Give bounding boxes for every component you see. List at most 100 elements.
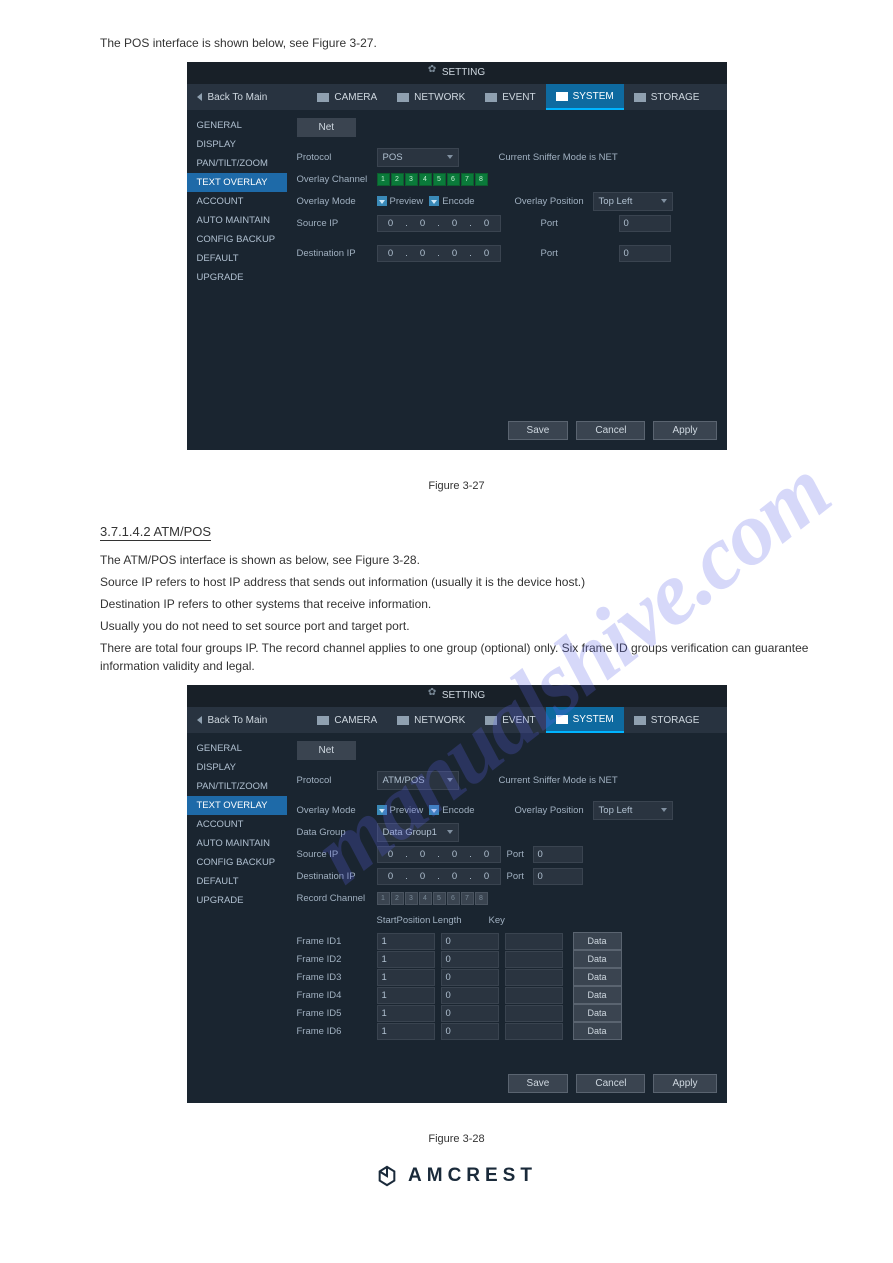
apply-button[interactable]: Apply [653,1074,716,1093]
back-to-main-button[interactable]: Back To Main [187,707,278,733]
sidebar-item-display[interactable]: DISPLAY [187,758,287,777]
sidebar-item-account[interactable]: ACCOUNT [187,815,287,834]
sidebar-item-auto-maintain[interactable]: AUTO MAINTAIN [187,211,287,230]
start-position-input[interactable]: 1 [377,1023,435,1040]
frame-row: Frame ID610Data [297,1022,717,1040]
sidebar-item-auto-maintain[interactable]: AUTO MAINTAIN [187,834,287,853]
source-port-input[interactable]: 0 [533,846,583,863]
save-button[interactable]: Save [508,421,569,440]
key-input[interactable] [505,987,563,1004]
subtab-net[interactable]: Net [297,118,357,137]
subtab-net[interactable]: Net [297,741,357,760]
tab-storage[interactable]: STORAGE [624,84,710,110]
cancel-button[interactable]: Cancel [576,1074,645,1093]
data-button[interactable]: Data [573,1004,622,1022]
length-input[interactable]: 0 [441,969,499,986]
sidebar-item-ptz[interactable]: PAN/TILT/ZOOM [187,777,287,796]
checkbox-icon [429,196,439,206]
sidebar-item-upgrade[interactable]: UPGRADE [187,268,287,287]
tab-camera[interactable]: CAMERA [307,84,387,110]
key-input[interactable] [505,1005,563,1022]
atm-paragraph-3: Destination IP refers to other systems t… [100,595,813,613]
key-input[interactable] [505,933,563,950]
start-position-input[interactable]: 1 [377,969,435,986]
length-input[interactable]: 0 [441,933,499,950]
window-title: SETTING [442,690,485,701]
encode-checkbox[interactable]: Encode [429,196,474,207]
sidebar: GENERAL DISPLAY PAN/TILT/ZOOM TEXT OVERL… [187,733,287,1103]
checkbox-icon [377,805,387,815]
length-input[interactable]: 0 [441,1023,499,1040]
network-icon [397,716,409,725]
label-overlay-channel: Overlay Channel [297,174,377,185]
source-port-input[interactable]: 0 [619,215,671,232]
record-channel-chips[interactable]: 12345678 [377,892,488,905]
destination-ip-input[interactable]: 0.0.0.0 [377,245,501,262]
protocol-select[interactable]: ATM/POS [377,771,459,790]
tab-event[interactable]: EVENT [475,84,545,110]
preview-checkbox[interactable]: Preview [377,805,424,816]
apply-button[interactable]: Apply [653,421,716,440]
sidebar-item-text-overlay[interactable]: TEXT OVERLAY [187,796,287,815]
key-input[interactable] [505,969,563,986]
tab-event[interactable]: EVENT [475,707,545,733]
tab-storage[interactable]: STORAGE [624,707,710,733]
data-group-select[interactable]: Data Group1 [377,823,459,842]
key-input[interactable] [505,1023,563,1040]
length-input[interactable]: 0 [441,987,499,1004]
data-button[interactable]: Data [573,986,622,1004]
system-icon [556,715,568,724]
back-arrow-icon [197,93,202,101]
tab-network[interactable]: NETWORK [387,84,475,110]
sidebar-item-display[interactable]: DISPLAY [187,135,287,154]
key-input[interactable] [505,951,563,968]
sidebar-item-config-backup[interactable]: CONFIG BACKUP [187,230,287,249]
sidebar-item-account[interactable]: ACCOUNT [187,192,287,211]
tab-network[interactable]: NETWORK [387,707,475,733]
overlay-position-select[interactable]: Top Left [593,192,673,211]
encode-checkbox[interactable]: Encode [429,805,474,816]
cancel-button[interactable]: Cancel [576,421,645,440]
sidebar-item-default[interactable]: DEFAULT [187,872,287,891]
col-length: Length [433,915,489,926]
save-button[interactable]: Save [508,1074,569,1093]
data-button[interactable]: Data [573,950,622,968]
length-input[interactable]: 0 [441,951,499,968]
label-port: Port [507,871,533,882]
data-button[interactable]: Data [573,932,622,950]
preview-checkbox[interactable]: Preview [377,196,424,207]
figure-27-caption: Figure 3-27 [100,480,813,492]
overlay-channel-chips[interactable]: 12345678 [377,173,488,186]
data-button[interactable]: Data [573,1022,622,1040]
sidebar-item-general[interactable]: GENERAL [187,116,287,135]
start-position-input[interactable]: 1 [377,987,435,1004]
atm-paragraph-4: Usually you do not need to set source po… [100,617,813,635]
event-icon [485,93,497,102]
tab-camera[interactable]: CAMERA [307,707,387,733]
label-source-ip: Source IP [297,849,377,860]
sidebar-item-ptz[interactable]: PAN/TILT/ZOOM [187,154,287,173]
brand-logo: AMCREST [100,1165,813,1187]
tab-system[interactable]: SYSTEM [546,84,624,110]
label-protocol: Protocol [297,775,377,786]
protocol-select[interactable]: POS [377,148,459,167]
start-position-input[interactable]: 1 [377,1005,435,1022]
back-to-main-button[interactable]: Back To Main [187,84,278,110]
overlay-position-select[interactable]: Top Left [593,801,673,820]
length-input[interactable]: 0 [441,1005,499,1022]
source-ip-input[interactable]: 0.0.0.0 [377,215,501,232]
start-position-input[interactable]: 1 [377,933,435,950]
destination-ip-input[interactable]: 0.0.0.0 [377,868,501,885]
start-position-input[interactable]: 1 [377,951,435,968]
sidebar-item-general[interactable]: GENERAL [187,739,287,758]
sidebar-item-upgrade[interactable]: UPGRADE [187,891,287,910]
frame-row: Frame ID110Data [297,932,717,950]
data-button[interactable]: Data [573,968,622,986]
destination-port-input[interactable]: 0 [619,245,671,262]
sidebar-item-text-overlay[interactable]: TEXT OVERLAY [187,173,287,192]
tab-system[interactable]: SYSTEM [546,707,624,733]
sidebar-item-config-backup[interactable]: CONFIG BACKUP [187,853,287,872]
sidebar-item-default[interactable]: DEFAULT [187,249,287,268]
source-ip-input[interactable]: 0.0.0.0 [377,846,501,863]
destination-port-input[interactable]: 0 [533,868,583,885]
